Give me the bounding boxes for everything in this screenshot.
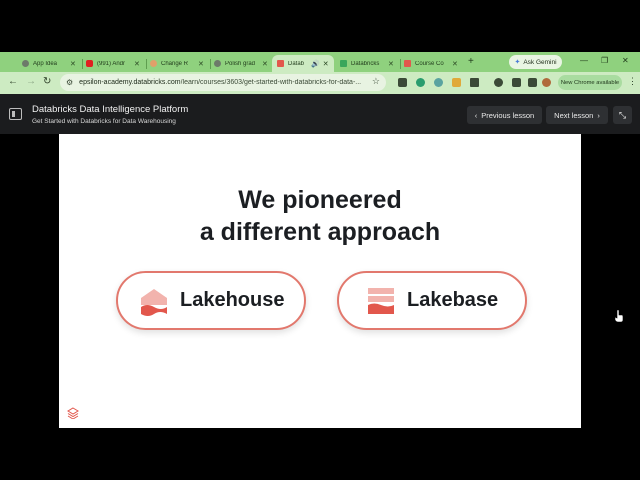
close-icon[interactable]: ✕ (388, 60, 394, 68)
tab-title: (991) Andr (97, 60, 126, 67)
avatar[interactable] (542, 78, 551, 87)
ask-gemini-button[interactable]: ✦ Ask Gemini (509, 55, 562, 69)
globe-icon (214, 60, 221, 67)
hand-cursor-icon (614, 309, 624, 323)
extension-icon[interactable] (398, 78, 407, 87)
course-subtitle: Get Started with Databricks for Data War… (32, 118, 176, 125)
previous-lesson-button[interactable]: ‹ Previous lesson (467, 106, 542, 124)
lesson-slide: We pioneered a different approach Lakeho… (59, 134, 581, 428)
close-icon[interactable]: ✕ (452, 60, 458, 68)
close-icon[interactable]: ✕ (70, 60, 76, 68)
tab-title: Change R (161, 60, 189, 67)
more-menu-icon[interactable]: ⋮ (628, 76, 637, 87)
chevron-left-icon: ‹ (474, 110, 478, 120)
browser-tab[interactable]: Course Co ✕ (404, 55, 458, 72)
chevron-right-icon: › (597, 110, 600, 120)
gemini-icon: ✦ (514, 59, 521, 66)
extension-icon[interactable] (416, 78, 425, 87)
youtube-icon (86, 60, 93, 67)
globe-icon (22, 60, 29, 67)
lakehouse-pill: Lakehouse (116, 271, 306, 330)
claude-icon (150, 60, 157, 67)
close-icon[interactable]: ✕ (323, 60, 329, 68)
puzzle-icon[interactable] (470, 78, 479, 87)
close-icon[interactable]: ✕ (198, 60, 204, 68)
lakebase-label: Lakebase (407, 289, 499, 311)
lakebase-pill: Lakebase (337, 271, 527, 330)
letterbox-top (0, 0, 640, 52)
slide-headline: We pioneered a different approach (59, 184, 581, 248)
reload-button[interactable]: ↻ (43, 76, 51, 87)
tab-title: Course Co (415, 60, 444, 67)
lakebase-icon (368, 287, 394, 314)
history-icon[interactable] (494, 78, 503, 87)
tab-title: App Idea (33, 60, 58, 67)
site-info-icon[interactable]: ⚙ (66, 78, 73, 87)
bookmark-star-icon[interactable]: ☆ (372, 76, 380, 87)
exit-fullscreen-icon[interactable]: ⤡ (613, 106, 632, 124)
minimize-button[interactable]: — (580, 56, 588, 65)
close-window-button[interactable]: ✕ (622, 56, 629, 65)
lakehouse-icon (141, 288, 167, 316)
tab-title: Databricks (351, 60, 380, 67)
download-icon[interactable] (528, 78, 537, 87)
address-bar[interactable]: ⚙ epsilon-academy.databricks.com /learn/… (60, 74, 386, 91)
headline-line-2: a different approach (199, 218, 441, 246)
forward-button[interactable]: → (26, 76, 36, 87)
browser-tab[interactable]: Databricks ✕ (340, 55, 394, 72)
new-tab-button[interactable]: + (468, 56, 474, 67)
previous-lesson-label: Previous lesson (481, 110, 535, 120)
extension-icon[interactable] (452, 78, 461, 87)
databricks-logo-icon (67, 407, 79, 419)
next-lesson-label: Next lesson (554, 110, 594, 120)
tab-title: Datab (288, 60, 305, 67)
headline-line-1: We pioneered (238, 186, 402, 214)
speaker-icon[interactable]: 🔊 (311, 60, 320, 68)
back-button[interactable]: ← (8, 76, 18, 87)
browser-tab[interactable]: Polish grad ✕ (214, 55, 268, 72)
sheets-icon (340, 60, 347, 67)
databricks-icon (404, 60, 411, 67)
course-title: Databricks Data Intelligence Platform (32, 104, 189, 115)
maximize-button[interactable]: ❐ (601, 56, 608, 65)
close-icon[interactable]: ✕ (134, 60, 140, 68)
new-chrome-available-button[interactable]: New Chrome available (558, 75, 622, 90)
next-lesson-button[interactable]: Next lesson › (546, 106, 608, 124)
browser-tab[interactable]: (991) Andr ✕ (86, 55, 140, 72)
databricks-icon (277, 60, 284, 67)
url-path: /learn/courses/3603/get-started-with-dat… (180, 79, 362, 86)
sidepanel-icon[interactable] (512, 78, 521, 87)
browser-tab-active[interactable]: Datab 🔊 ✕ (272, 55, 334, 72)
tab-title: Polish grad (225, 60, 256, 67)
browser-tab[interactable]: App Idea ✕ (22, 55, 76, 72)
browser-tab[interactable]: Change R ✕ (150, 55, 204, 72)
lakehouse-label: Lakehouse (180, 289, 285, 311)
letterbox-bottom (0, 428, 640, 480)
extension-icon[interactable] (434, 78, 443, 87)
gemini-label: Ask Gemini (523, 58, 557, 66)
sidebar-toggle-icon[interactable] (9, 108, 22, 120)
close-icon[interactable]: ✕ (262, 60, 268, 68)
url-host: epsilon-academy.databricks.com (79, 79, 181, 86)
